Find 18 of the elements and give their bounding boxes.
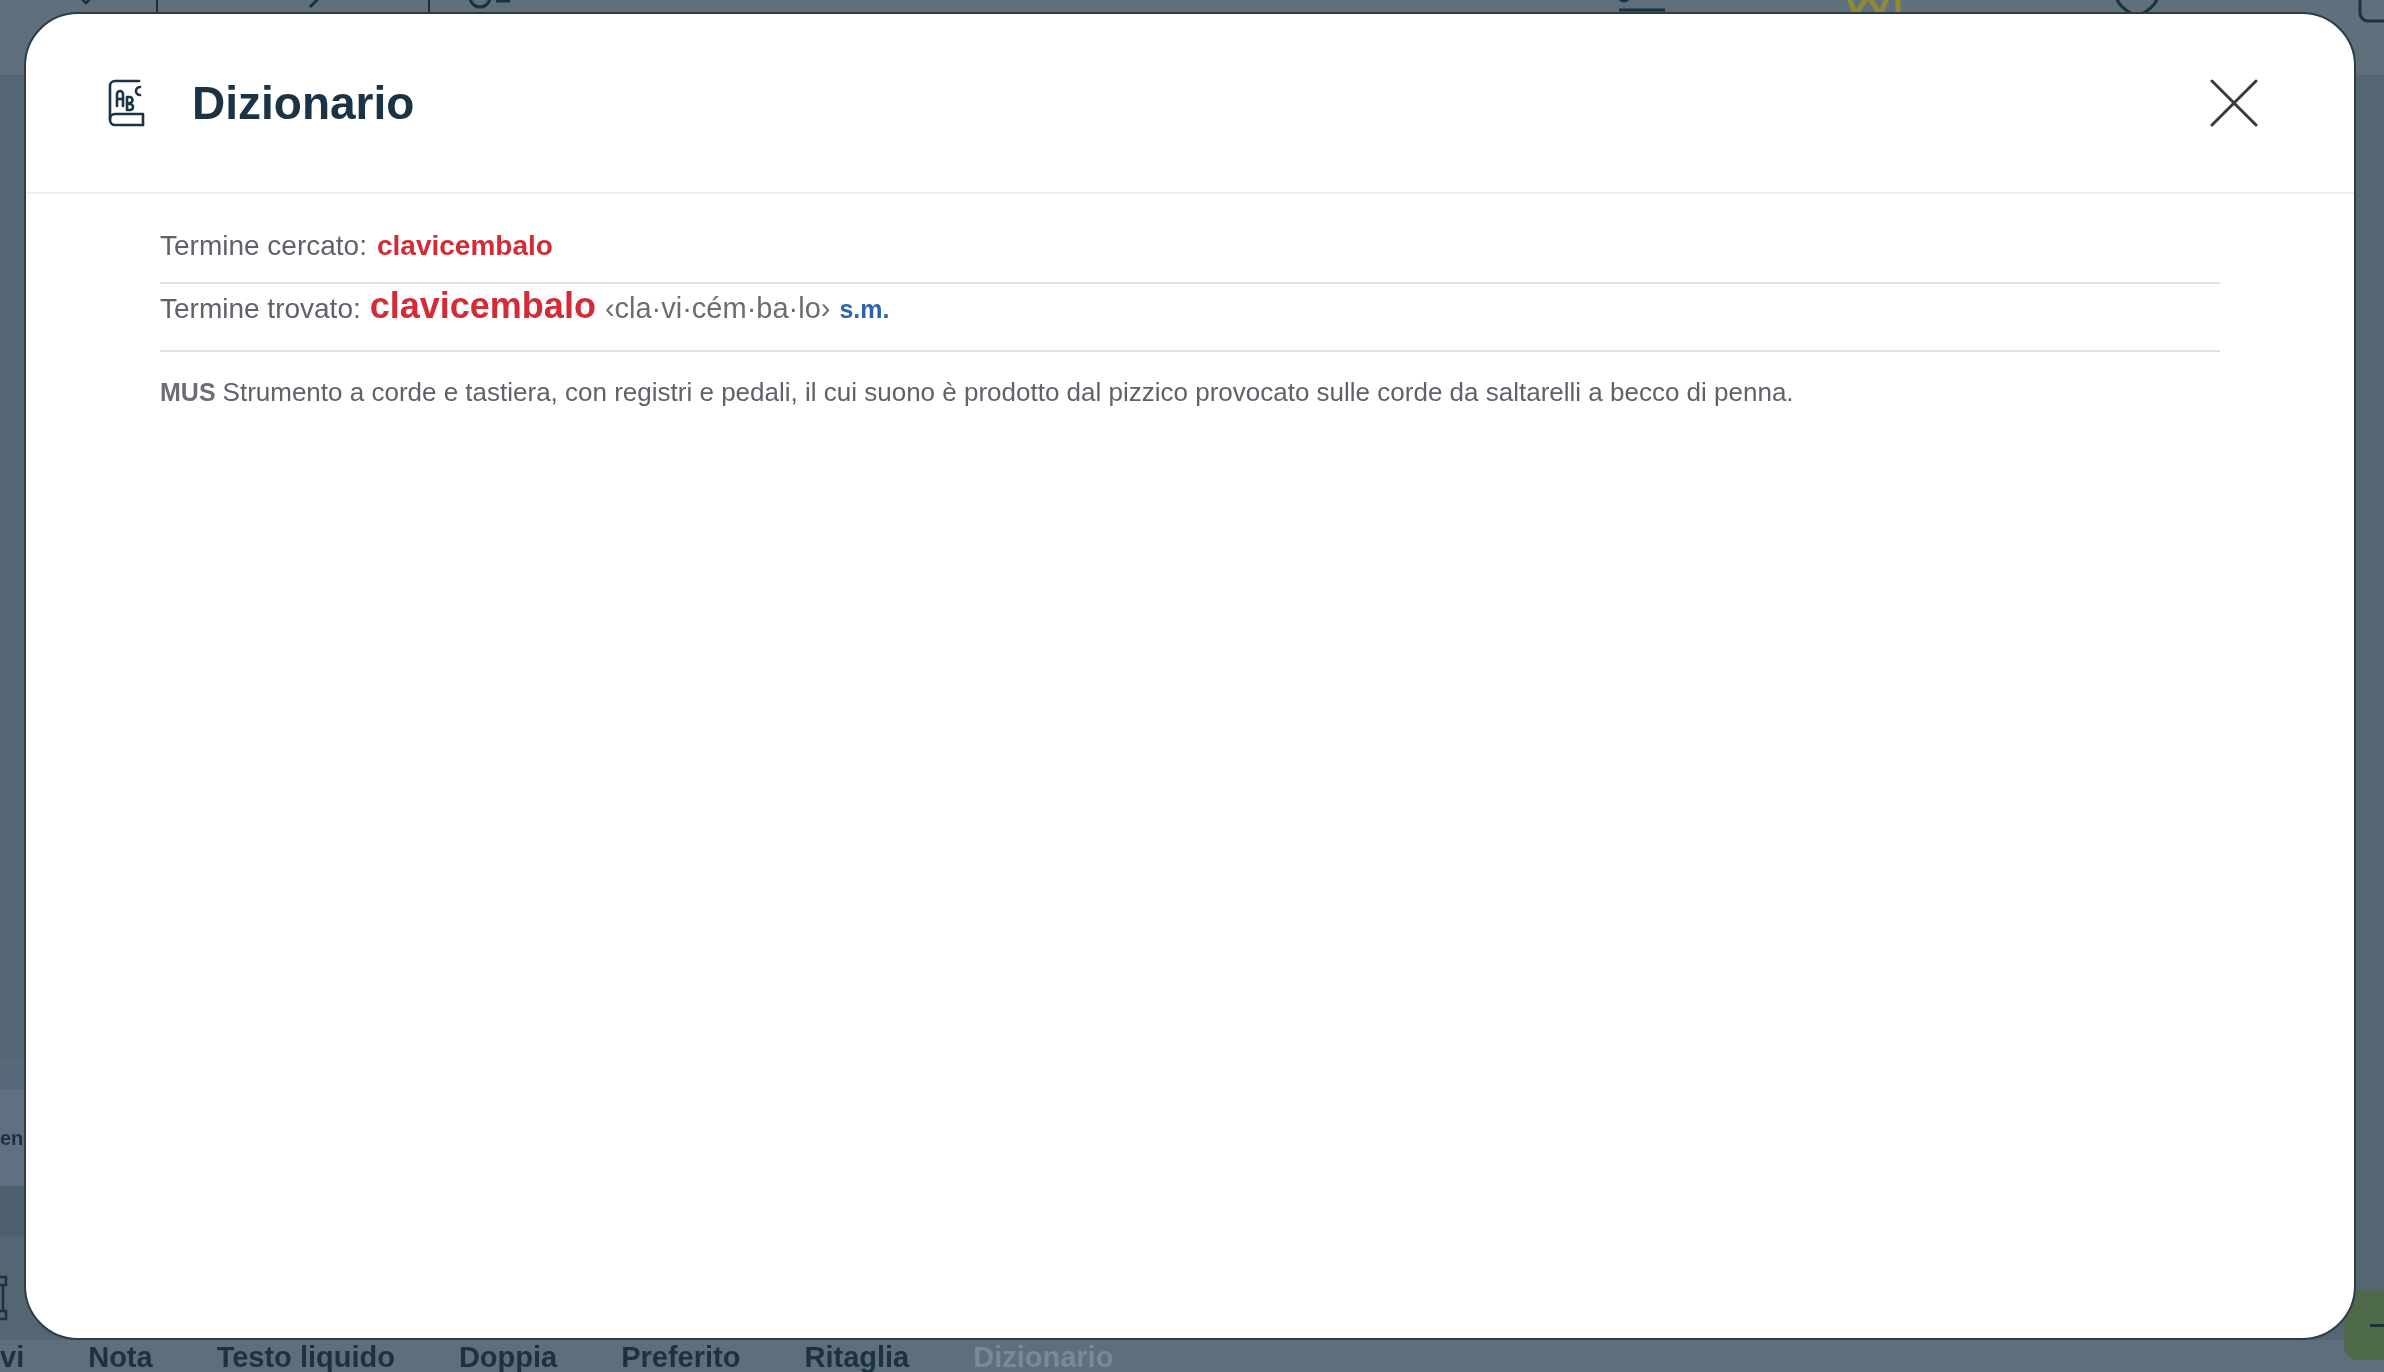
dialog-title: Dizionario <box>192 80 415 126</box>
minus-icon <box>2370 1323 2384 1327</box>
close-icon <box>2210 79 2258 127</box>
side-button[interactable] <box>2344 1290 2384 1360</box>
handle-icon[interactable] <box>0 1275 10 1321</box>
toolbar-button[interactable]: Nota <box>88 1342 153 1372</box>
grammar-label: s.m. <box>839 294 890 325</box>
domain-label: MUS <box>160 377 216 408</box>
found-term: clavicembalo <box>369 286 596 326</box>
searched-term: clavicembalo <box>376 229 553 263</box>
side-panel-label[interactable]: en <box>0 1127 24 1148</box>
toolbar-button[interactable]: Preferito <box>621 1342 741 1372</box>
toolbar-button[interactable]: vi <box>0 1342 25 1372</box>
syllabification: ‹cla·vi·cém·ba·lo› <box>604 291 831 326</box>
close-button[interactable] <box>2210 79 2258 127</box>
definition-text: Strumento a corde e tastiera, con registri e pedali, il cui suono è prodotto dal pizzico provocato sulle corde da saltarelli a becco di penna. <box>222 376 1794 408</box>
field-label: Termine trovato: <box>160 292 361 326</box>
field-label: Termine cercato: <box>160 229 367 263</box>
